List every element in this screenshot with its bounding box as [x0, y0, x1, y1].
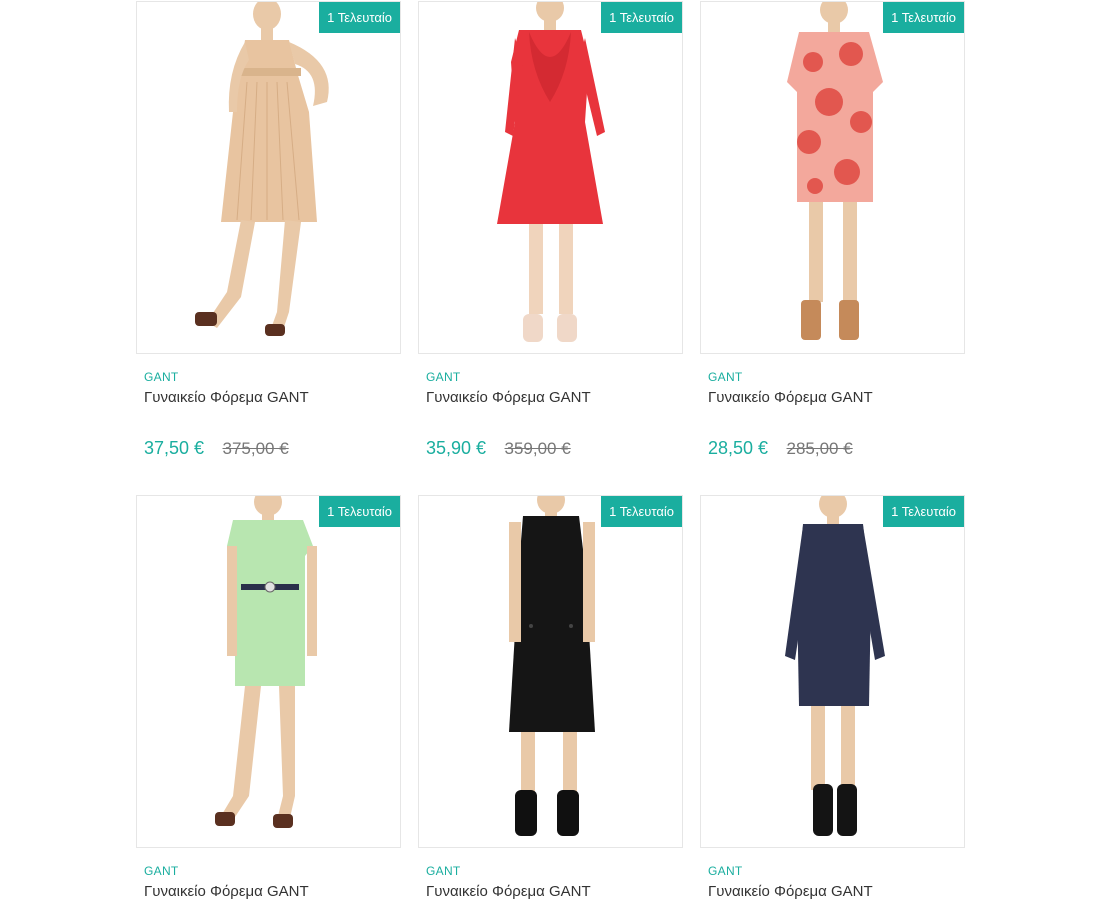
last-item-badge: 1 Τελευταίο	[883, 2, 964, 33]
dress-photo	[787, 2, 883, 340]
product-title[interactable]: Γυναικείο Φόρεμα GANT	[426, 389, 591, 406]
sale-price: 35,90 €	[426, 438, 487, 458]
product-image[interactable]: 1 Τελευταίο	[700, 495, 965, 848]
product-card[interactable]: 1 Τελευταίο GANT Γυναικείο Φόρεμα GANT 2…	[700, 0, 965, 494]
dress-photo	[195, 2, 329, 336]
product-title[interactable]: Γυναικείο Φόρεμα GANT	[426, 883, 591, 900]
dress-photo	[509, 496, 595, 836]
product-image[interactable]: 1 Τελευταίο	[136, 1, 401, 354]
product-title[interactable]: Γυναικείο Φόρεμα GANT	[708, 883, 873, 900]
product-card[interactable]: 1 Τελευταίο GANT Γυναικείο Φόρεμα GANT	[700, 494, 965, 907]
brand-link[interactable]: GANT	[144, 864, 179, 878]
product-image[interactable]: 1 Τελευταίο	[418, 495, 683, 848]
brand-link[interactable]: GANT	[426, 370, 461, 384]
brand-link[interactable]: GANT	[708, 864, 743, 878]
original-price: 285,00 €	[786, 439, 853, 458]
price-row: 28,50 € 285,00 €	[708, 438, 853, 459]
product-title[interactable]: Γυναικείο Φόρεμα GANT	[144, 883, 309, 900]
product-title[interactable]: Γυναικείο Φόρεμα GANT	[144, 389, 309, 406]
product-title[interactable]: Γυναικείο Φόρεμα GANT	[708, 389, 873, 406]
sale-price: 28,50 €	[708, 438, 769, 458]
sale-price: 37,50 €	[144, 438, 205, 458]
brand-link[interactable]: GANT	[426, 864, 461, 878]
price-row: 35,90 € 359,00 €	[426, 438, 571, 459]
product-image[interactable]: 1 Τελευταίο	[418, 1, 683, 354]
product-card[interactable]: 1 Τελευταίο GANT Γυναικείο Φόρεμα GANT	[136, 494, 401, 907]
product-image[interactable]: 1 Τελευταίο	[136, 495, 401, 848]
brand-link[interactable]: GANT	[144, 370, 179, 384]
last-item-badge: 1 Τελευταίο	[319, 496, 400, 527]
product-card[interactable]: 1 Τελευταίο GANT Γυναικείο Φόρεμα GANT	[418, 494, 683, 907]
dress-photo	[785, 496, 885, 836]
original-price: 359,00 €	[504, 439, 571, 458]
product-card[interactable]: 1 Τελευταίο GANT Γυναικείο Φόρεμα GANT 3…	[418, 0, 683, 494]
product-image[interactable]: 1 Τελευταίο	[700, 1, 965, 354]
price-row: 37,50 € 375,00 €	[144, 438, 289, 459]
last-item-badge: 1 Τελευταίο	[601, 496, 682, 527]
brand-link[interactable]: GANT	[708, 370, 743, 384]
product-card[interactable]: 1 Τελευταίο GANT Γυναικείο Φόρεμα GANT 3…	[136, 0, 401, 494]
dress-photo	[497, 2, 605, 342]
dress-photo	[215, 496, 317, 828]
last-item-badge: 1 Τελευταίο	[319, 2, 400, 33]
last-item-badge: 1 Τελευταίο	[601, 2, 682, 33]
original-price: 375,00 €	[222, 439, 289, 458]
last-item-badge: 1 Τελευταίο	[883, 496, 964, 527]
